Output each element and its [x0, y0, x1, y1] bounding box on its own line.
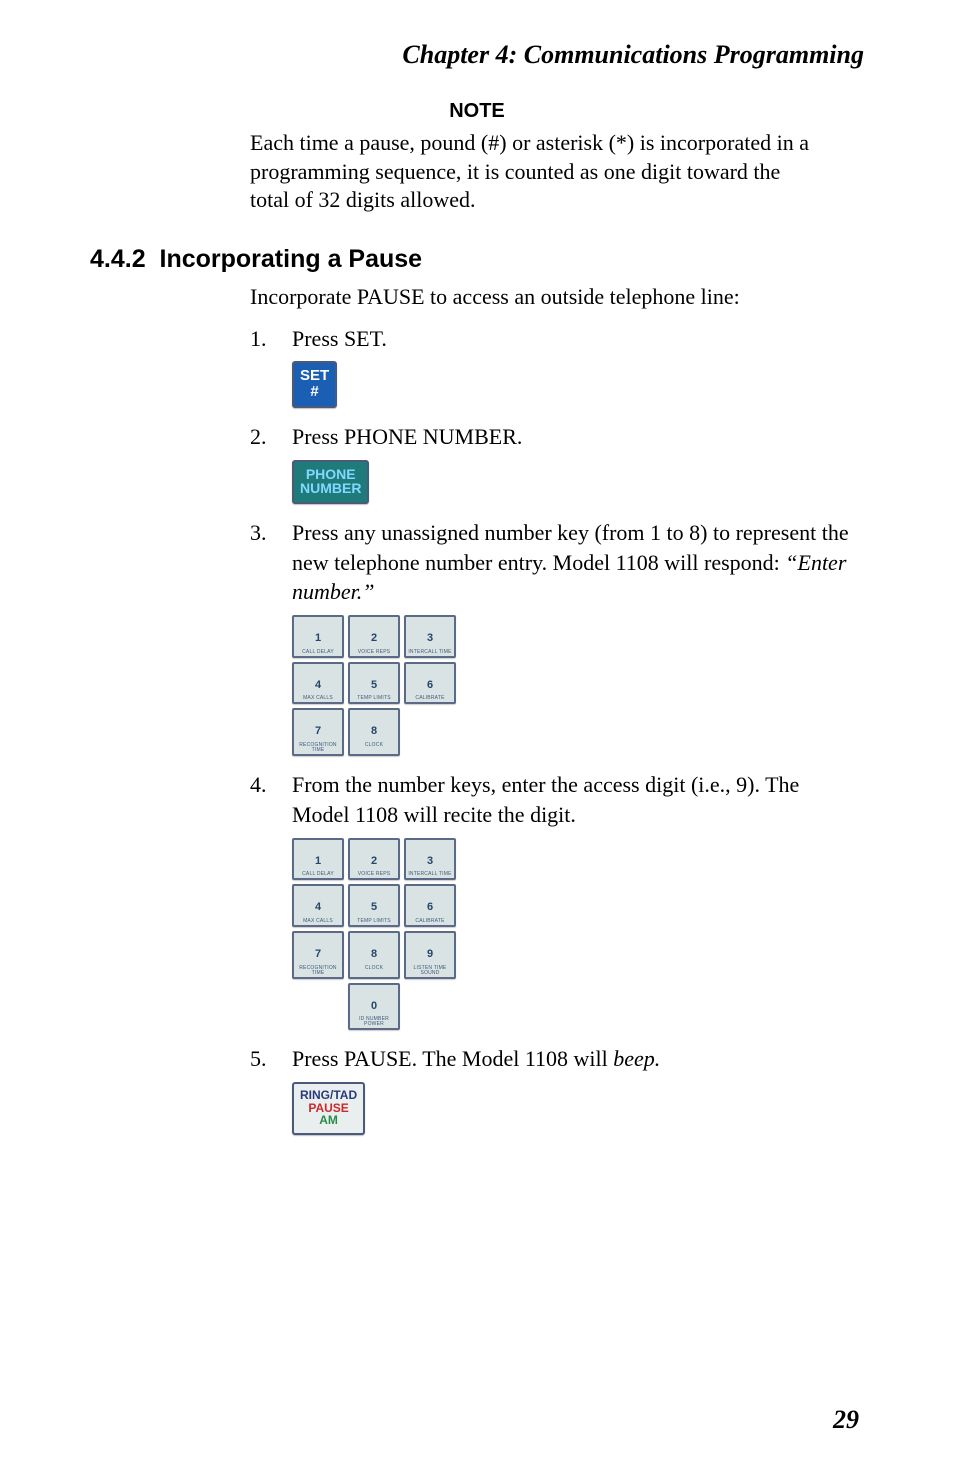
key-label: ID NUMBER POWER: [350, 1017, 398, 1027]
key-6: 6 CALIBRATE: [404, 662, 456, 705]
step-number: 2.: [250, 422, 292, 504]
step-number: 5.: [250, 1044, 292, 1134]
key-number: 2: [371, 855, 377, 867]
key-label: CLOCK: [350, 743, 398, 748]
key-label: MAX CALLS: [294, 919, 342, 924]
key-1: 1 CALL DELAY: [292, 838, 344, 881]
button-label: PHONE: [306, 466, 356, 482]
note-body: Each time a pause, pound (#) or asterisk…: [250, 129, 820, 215]
key-4: 4 MAX CALLS: [292, 662, 344, 705]
chapter-title: Chapter 4: Communications Programming: [90, 40, 864, 70]
key-8: 8 CLOCK: [348, 708, 400, 756]
key-number: 4: [315, 901, 321, 913]
step-number: 1.: [250, 324, 292, 408]
step-number: 4.: [250, 770, 292, 1030]
key-number: 6: [427, 901, 433, 913]
phone-number-button: PHONE NUMBER: [292, 460, 369, 504]
key-5: 5 TEMP LIMITS: [348, 884, 400, 927]
key-label: VOICE REPS: [350, 650, 398, 655]
key-9: 9 LISTEN TIME SOUND: [404, 931, 456, 979]
key-label: CALIBRATE: [406, 919, 454, 924]
step-number: 3.: [250, 518, 292, 756]
key-label: INTERCALL TIME: [406, 872, 454, 877]
step-text: From the number keys, enter the access d…: [292, 772, 799, 827]
key-label: CALIBRATE: [406, 696, 454, 701]
step-text: Press any unassigned number key (from 1 …: [292, 520, 849, 575]
key-label: RECOGNITION TIME: [294, 743, 342, 753]
key-7: 7 RECOGNITION TIME: [292, 931, 344, 979]
key-label: CALL DELAY: [294, 650, 342, 655]
section-number: 4.4.2: [90, 245, 146, 273]
key-number: 4: [315, 679, 321, 691]
key-8: 8 CLOCK: [348, 931, 400, 979]
key-label: CALL DELAY: [294, 872, 342, 877]
key-2: 2 VOICE REPS: [348, 615, 400, 658]
key-5: 5 TEMP LIMITS: [348, 662, 400, 705]
key-number: 5: [371, 901, 377, 913]
key-1: 1 CALL DELAY: [292, 615, 344, 658]
key-3: 3 INTERCALL TIME: [404, 838, 456, 881]
ring-tad-pause-button: RING/TAD PAUSE AM: [292, 1082, 365, 1135]
key-number: 8: [371, 948, 377, 960]
button-label: SET: [300, 367, 329, 384]
key-number: 6: [427, 679, 433, 691]
key-number: 1: [315, 855, 321, 867]
key-number: 3: [427, 632, 433, 644]
key-number: 2: [371, 632, 377, 644]
key-number: 0: [371, 1000, 377, 1012]
set-button: SET #: [292, 361, 337, 408]
key-4: 4 MAX CALLS: [292, 884, 344, 927]
key-number: 9: [427, 948, 433, 960]
section-lead: Incorporate PAUSE to access an outside t…: [250, 284, 864, 310]
step-text: Press SET.: [292, 326, 387, 351]
key-number: 3: [427, 855, 433, 867]
section-heading: 4.4.2 Incorporating a Pause: [90, 245, 864, 274]
key-label: CLOCK: [350, 966, 398, 971]
key-0: 0 ID NUMBER POWER: [348, 983, 400, 1031]
key-label: LISTEN TIME SOUND: [406, 966, 454, 976]
key-label: INTERCALL TIME: [406, 650, 454, 655]
button-sublabel: NUMBER: [300, 480, 361, 496]
keypad-1-8: 1CALL DELAY 2VOICE REPS 3INTERCALL TIME …: [292, 615, 860, 756]
keypad-0-9: 1CALL DELAY 2VOICE REPS 3INTERCALL TIME …: [292, 838, 860, 1031]
key-number: 8: [371, 725, 377, 737]
key-number: 1: [315, 632, 321, 644]
key-label: TEMP LIMITS: [350, 919, 398, 924]
key-label: MAX CALLS: [294, 696, 342, 701]
key-2: 2 VOICE REPS: [348, 838, 400, 881]
key-label: VOICE REPS: [350, 872, 398, 877]
key-6: 6 CALIBRATE: [404, 884, 456, 927]
note-heading: NOTE: [90, 100, 864, 123]
button-line-3: AM: [319, 1113, 338, 1127]
step-text: Press PAUSE. The Model 1108 will: [292, 1046, 613, 1071]
page-number: 29: [833, 1405, 859, 1435]
step-emphasis: beep.: [613, 1046, 660, 1071]
key-label: TEMP LIMITS: [350, 696, 398, 701]
key-number: 5: [371, 679, 377, 691]
key-number: 7: [315, 725, 321, 737]
key-3: 3 INTERCALL TIME: [404, 615, 456, 658]
key-7: 7 RECOGNITION TIME: [292, 708, 344, 756]
step-text: Press PHONE NUMBER.: [292, 424, 522, 449]
button-sublabel: #: [310, 383, 318, 400]
key-label: RECOGNITION TIME: [294, 966, 342, 976]
key-number: 7: [315, 948, 321, 960]
section-title: Incorporating a Pause: [160, 245, 423, 273]
